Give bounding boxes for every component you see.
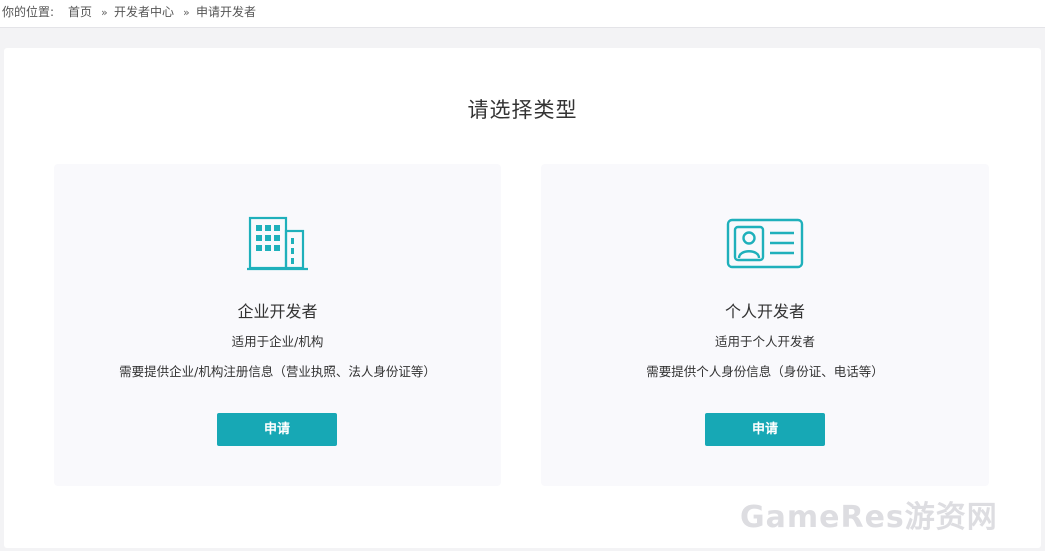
panel-subtitle: 适用于个人开发者	[714, 334, 815, 349]
id-card-icon	[726, 218, 804, 270]
panel-subtitle: 适用于企业/机构	[231, 334, 324, 349]
page-title: 请选择类型	[467, 98, 578, 122]
breadcrumb-separator: »	[101, 6, 108, 19]
breadcrumb-prefix: 你的位置:	[2, 5, 55, 19]
panel-personal-developer: 个人开发者 适用于个人开发者 需要提供个人身份信息（身份证、电话等） 申请	[541, 164, 989, 486]
breadcrumb-separator: »	[183, 6, 190, 19]
panel-title: 企业开发者	[237, 302, 318, 321]
breadcrumb-current: 申请开发者	[196, 5, 257, 19]
building-icon	[247, 216, 309, 272]
apply-enterprise-button[interactable]: 申请	[217, 413, 337, 446]
panel-description: 需要提供个人身份信息（身份证、电话等）	[646, 364, 884, 379]
breadcrumb: 你的位置: 首页 » 开发者中心 » 申请开发者	[0, 0, 1045, 28]
watermark: GameRes游资网	[740, 500, 998, 535]
panel-title: 个人开发者	[724, 302, 805, 321]
panel-description: 需要提供企业/机构注册信息（营业执照、法人身份证等）	[119, 364, 436, 379]
panel-enterprise-developer: 企业开发者 适用于企业/机构 需要提供企业/机构注册信息（营业执照、法人身份证等…	[54, 164, 501, 486]
breadcrumb-home-link[interactable]: 首页	[68, 0, 92, 25]
apply-personal-button[interactable]: 申请	[705, 413, 825, 446]
breadcrumb-developer-center-link[interactable]: 开发者中心	[114, 0, 174, 25]
